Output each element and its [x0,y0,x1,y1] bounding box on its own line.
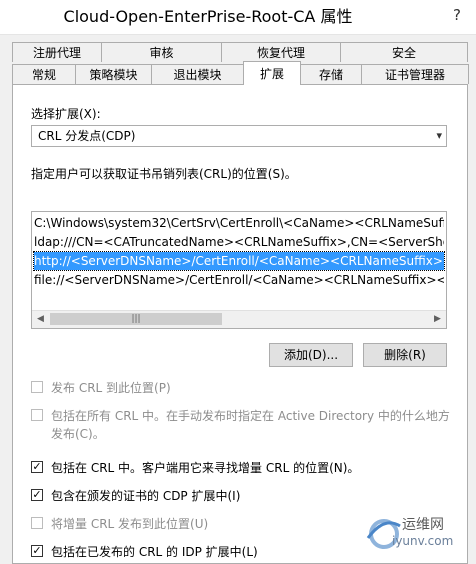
select-extension-label: 选择扩展(X): [31,107,101,121]
tab-certificate-managers[interactable]: 证书管理器 [361,64,469,84]
publish-delta-crl-label: 将增量 CRL 发布到此位置(U) [51,517,209,531]
include-all-crls-checkbox[interactable] [31,409,43,421]
publish-delta-crl-checkbox[interactable] [31,517,43,529]
horizontal-scrollbar[interactable]: ◀ ||| ▶ [32,310,446,328]
extension-select[interactable]: CRL 分发点(CDP) ▾ [31,125,447,147]
scrollbar-thumb[interactable]: ||| [50,313,222,325]
list-item[interactable]: ldap:///CN=<CATruncatedName><CRLNameSuff… [34,233,444,251]
crl-location-description: 指定用户可以获取证书吊销列表(CRL)的位置(S)。 [31,167,297,181]
tab-row-1: 注册代理 审核 恢复代理 安全 [12,42,468,63]
tab-security[interactable]: 安全 [340,42,468,62]
window-title: Cloud-Open-EnterPrise-Root-CA 属性 [63,7,353,26]
tab-auditing[interactable]: 审核 [101,42,222,62]
list-item[interactable]: C:\Windows\system32\CertSrv\CertEnroll\<… [34,214,444,232]
tab-exit-module[interactable]: 退出模块 [151,64,244,84]
include-idp-extension-label: 包括在已发布的 CRL 的 IDP 扩展中(L) [51,545,258,559]
publish-crl-label: 发布 CRL 到此位置(P) [51,381,171,395]
extensions-panel: 选择扩展(X): CRL 分发点(CDP) ▾ 指定用户可以获取证书吊销列表(C… [12,84,468,564]
include-all-crls-label: 包括在所有 CRL 中。在手动发布时指定在 Active Directory 中… [51,409,450,423]
include-cdp-extension-checkbox[interactable]: ✓ [31,489,43,501]
include-cdp-extension-label: 包含在颁发的证书的 CDP 扩展中(I) [51,489,241,503]
chevron-down-icon: ▾ [436,129,442,142]
add-button[interactable]: 添加(D)... [269,343,353,367]
help-button[interactable]: ? [446,4,468,26]
scroll-left-icon[interactable]: ◀ [32,311,49,328]
include-in-crls-checkbox[interactable]: ✓ [31,461,43,473]
include-idp-extension-checkbox[interactable]: ✓ [31,545,43,557]
watermark-title: 运维网 [402,517,444,533]
scroll-right-icon[interactable]: ▶ [429,311,446,328]
tab-storage[interactable]: 存储 [300,64,362,84]
tab-policy-module[interactable]: 策略模块 [75,64,152,84]
extension-select-value: CRL 分发点(CDP) [38,129,136,143]
remove-button[interactable]: 删除(R) [363,343,447,367]
include-all-crls-label-line2: 发布(C)。 [51,427,105,441]
list-item-selected[interactable]: http://<ServerDNSName>/CertEnroll/<CaNam… [33,251,445,271]
list-item[interactable]: file://<ServerDNSName>/CertEnroll/<CaNam… [34,271,444,289]
include-in-crls-label: 包括在 CRL 中。客户端用它来寻找增量 CRL 的位置(N)。 [51,461,360,475]
title-bar: Cloud-Open-EnterPrise-Root-CA 属性 ? [0,0,476,35]
watermark: 运维网 iyunv.com [362,508,472,554]
tab-enrollment-agents[interactable]: 注册代理 [12,42,102,62]
publish-crl-checkbox[interactable] [31,381,43,393]
tab-general[interactable]: 常规 [12,64,76,84]
tab-extensions[interactable]: 扩展 [243,61,301,85]
tab-recovery-agents[interactable]: 恢复代理 [221,42,341,62]
location-list[interactable]: C:\Windows\system32\CertSrv\CertEnroll\<… [31,211,447,329]
tab-row-2: 常规 策略模块 退出模块 扩展 存储 证书管理器 [12,61,469,85]
watermark-url: iyunv.com [392,534,454,548]
